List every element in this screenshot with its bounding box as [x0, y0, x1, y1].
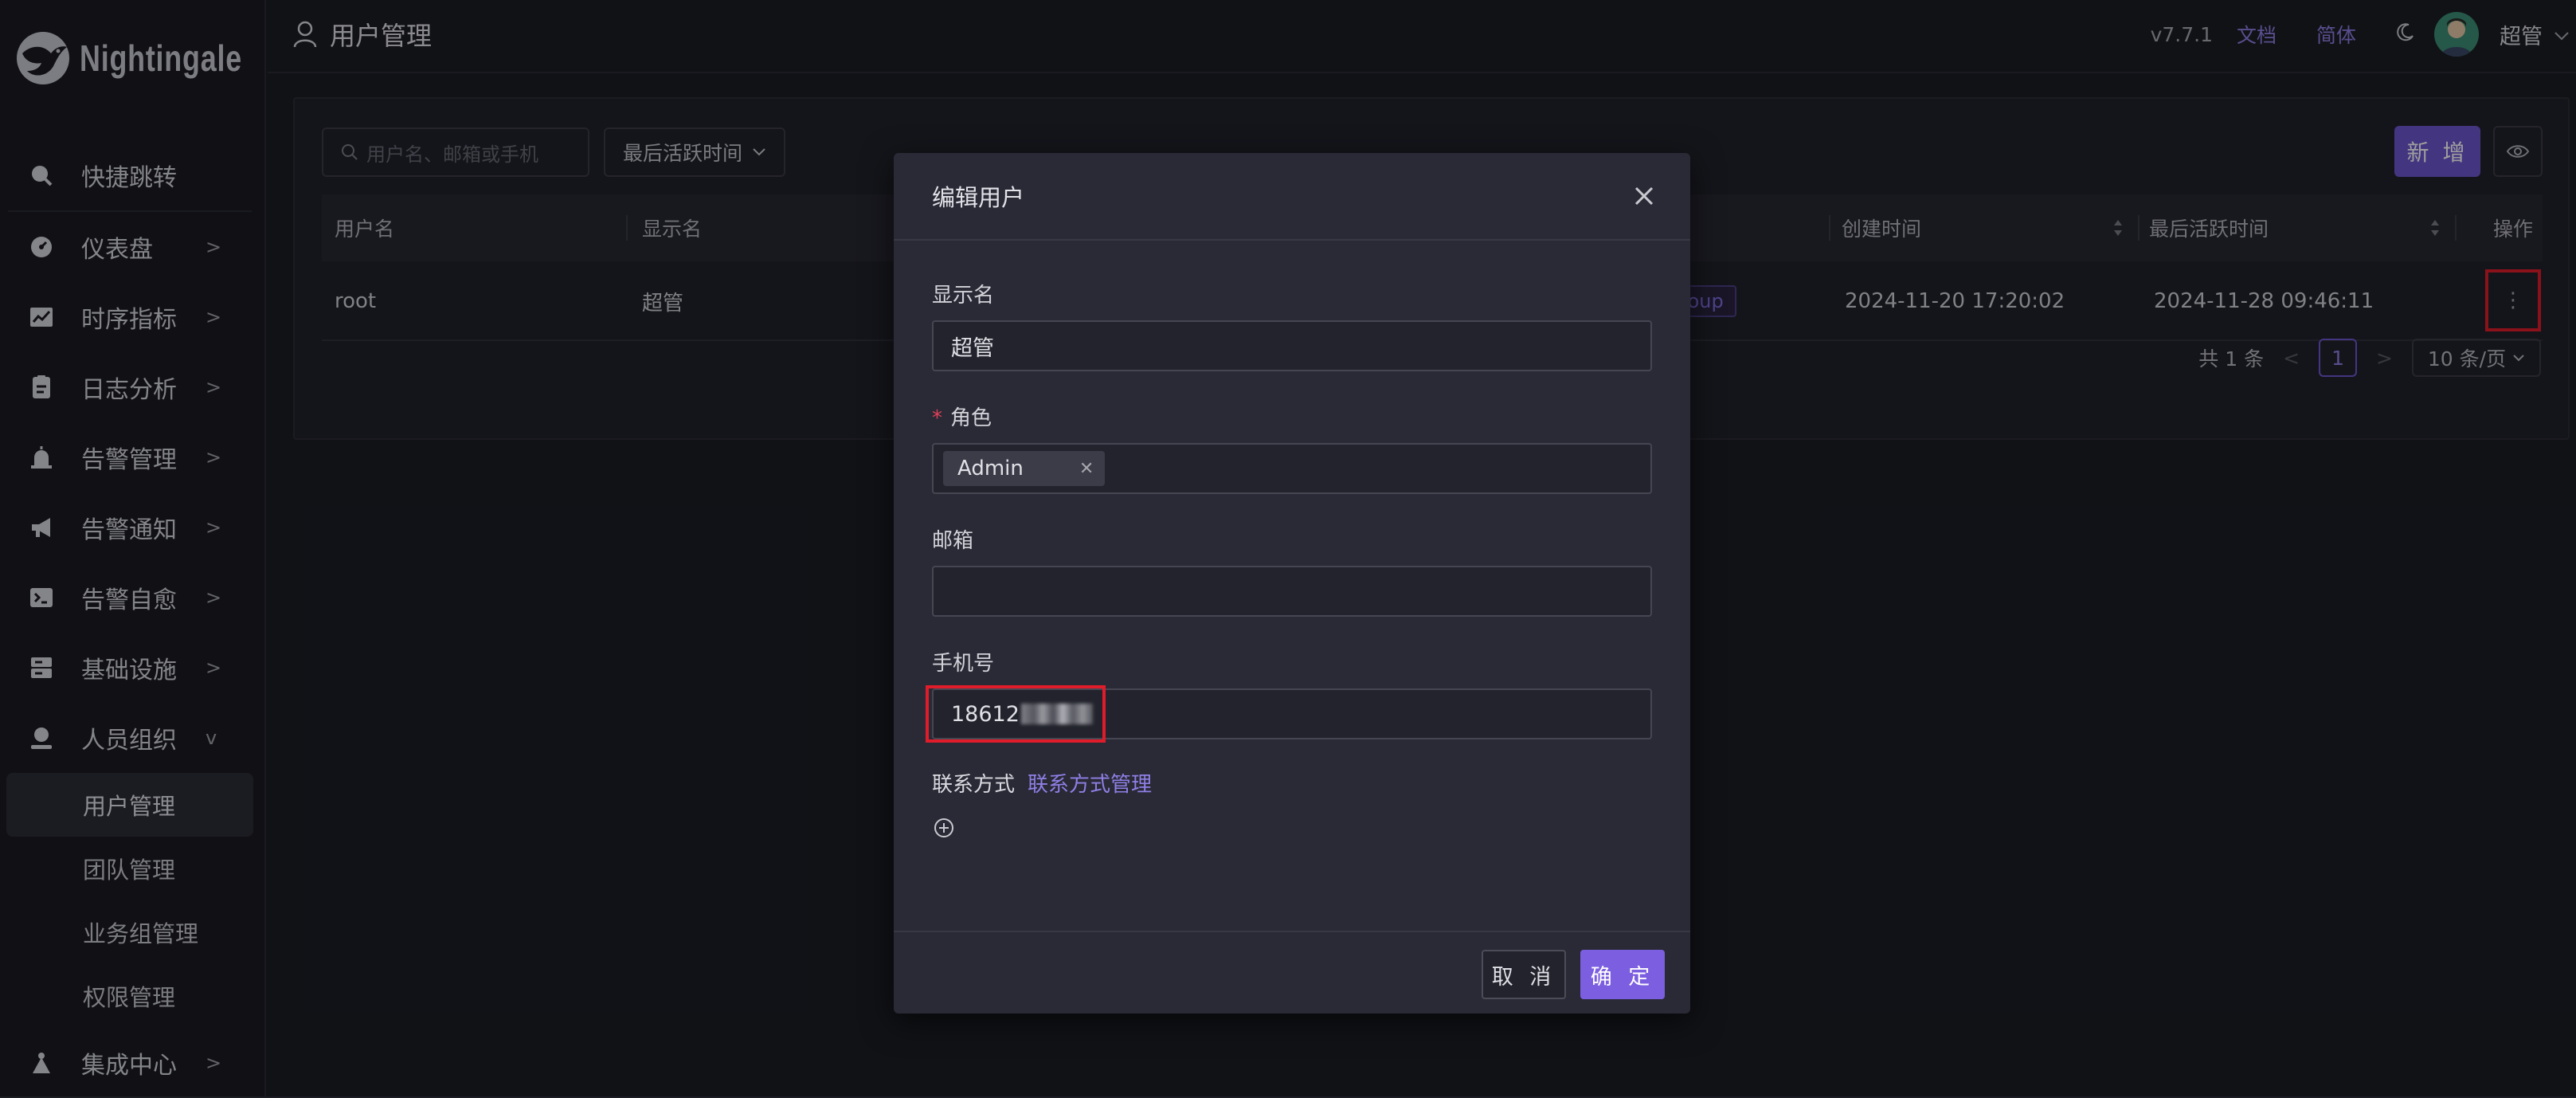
- contact-row: 联系方式 联系方式管理: [932, 768, 1152, 798]
- email-label: 邮箱: [932, 529, 974, 553]
- email-field[interactable]: [932, 566, 1652, 617]
- phone-highlight-box: [926, 685, 1106, 743]
- dialog-header: 编辑用户: [894, 153, 1690, 241]
- required-asterisk: *: [932, 406, 942, 430]
- role-chip-label: Admin: [957, 457, 1024, 480]
- roles-label-text: 角色: [950, 406, 992, 430]
- nickname-value: 超管: [951, 335, 994, 361]
- roles-label: * 角色: [932, 402, 992, 431]
- role-chip: Admin ✕: [943, 451, 1106, 486]
- confirm-button[interactable]: 确 定: [1580, 950, 1665, 999]
- nickname-field[interactable]: 超管: [932, 320, 1652, 371]
- edit-user-dialog: 编辑用户 显示名 超管 * 角色 Admin ✕ 邮箱 手机号 18612 联系方…: [894, 153, 1690, 1014]
- dialog-footer: 取 消 确 定: [894, 931, 1690, 1014]
- close-icon[interactable]: [1630, 182, 1658, 210]
- contact-label: 联系方式: [932, 773, 1016, 797]
- cancel-button[interactable]: 取 消: [1482, 950, 1566, 999]
- chip-remove-icon[interactable]: ✕: [1079, 459, 1094, 479]
- phone-label: 手机号: [932, 652, 995, 676]
- add-contact-plus-icon[interactable]: [932, 816, 956, 840]
- roles-select[interactable]: Admin ✕: [932, 443, 1652, 494]
- dialog-title: 编辑用户: [932, 184, 1025, 211]
- nickname-label: 显示名: [932, 284, 995, 308]
- contact-management-link[interactable]: 联系方式管理: [1028, 768, 1152, 798]
